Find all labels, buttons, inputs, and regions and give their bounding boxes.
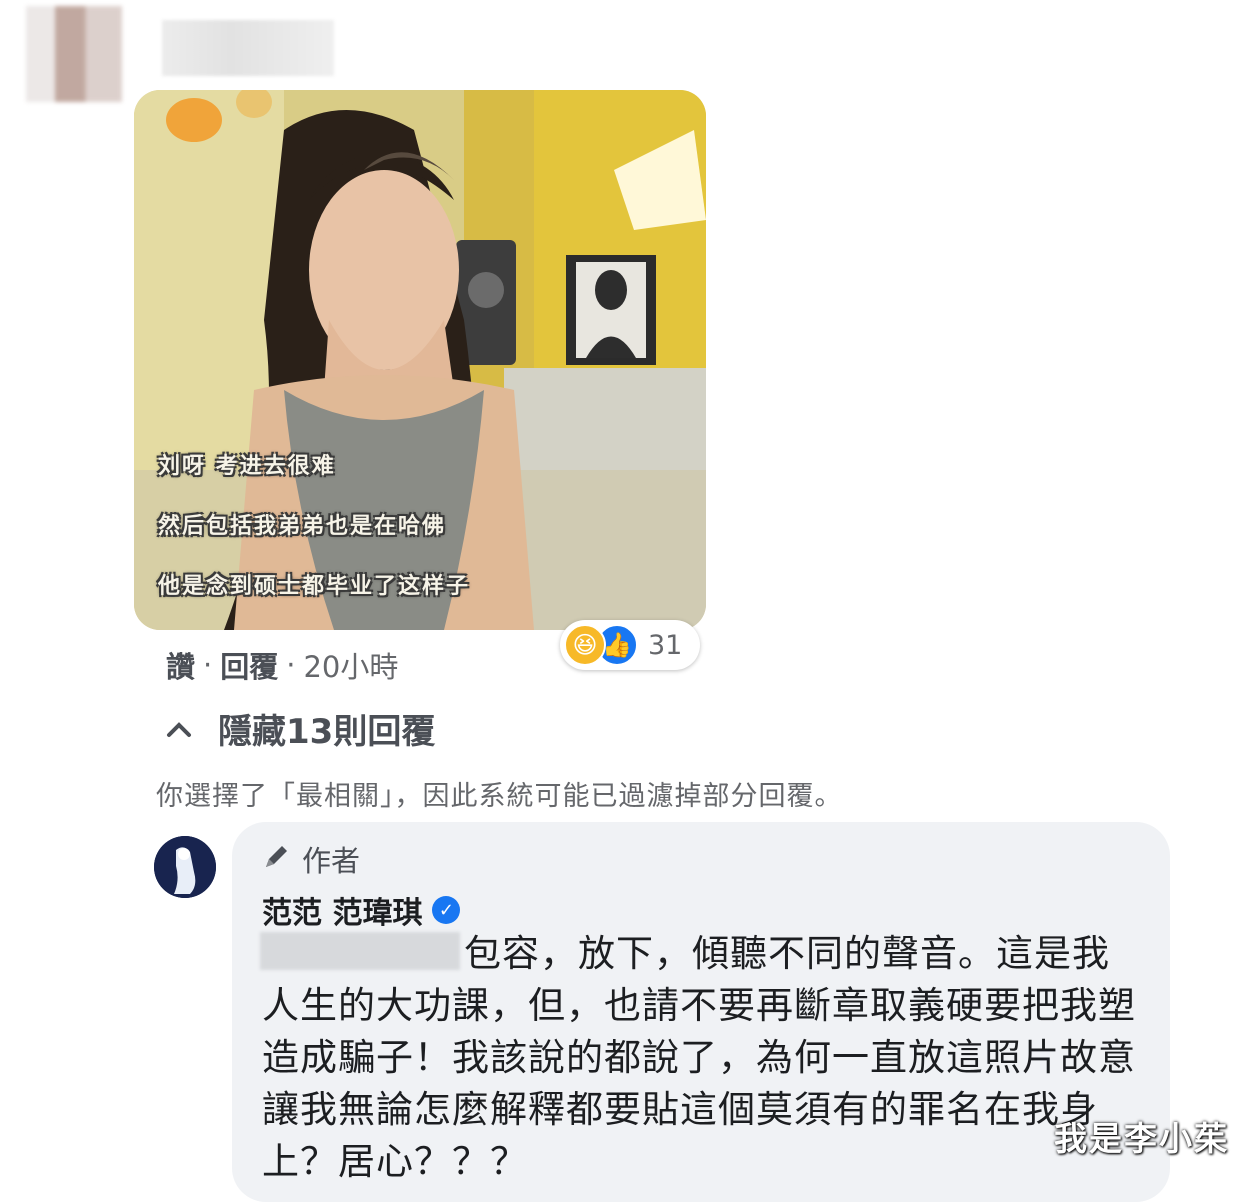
comment-photo[interactable]: 刘呀 考进去很难 然后包括我弟弟也是在哈佛 他是念到硕士都毕业了这样子 (134, 90, 706, 630)
author-name-text: 范范 范瑋琪 (262, 896, 423, 931)
reaction-count: 31 (648, 629, 683, 661)
author-name[interactable]: 范范 范瑋琪 ✓ (262, 888, 461, 932)
verified-badge-icon: ✓ (432, 896, 461, 924)
chevron-up-icon (166, 711, 192, 746)
like-link[interactable]: 讚 (166, 644, 195, 686)
separator: · (286, 648, 296, 682)
reactions-summary[interactable]: 😆 👍 31 (560, 620, 700, 670)
author-badge-label: 作者 (302, 844, 361, 878)
filter-notice: 你選擇了「最相關」，因此系統可能已過濾掉部分回覆。 (156, 781, 843, 812)
author-badge: 作者 (262, 838, 360, 880)
subtitle-line-3: 他是念到硕士都毕业了这样子 (158, 573, 471, 599)
pen-icon (262, 841, 292, 878)
commenter-name-blurred[interactable] (162, 20, 334, 76)
author-avatar[interactable] (154, 836, 216, 898)
author-reply-text: 包容，放下，傾聽不同的聲音。這是我人生的大功課，但，也請不要再斷章取義硬要把我塑… (262, 932, 1136, 1183)
subtitle-line-1: 刘呀 考进去很难 (158, 453, 336, 479)
photo-scene (134, 90, 706, 630)
comment-actions: 讚 · 回覆 · 20小時 (166, 644, 398, 686)
commenter-avatar-blurred[interactable] (26, 6, 122, 102)
reply-link[interactable]: 回覆 (220, 644, 278, 686)
comment-timestamp[interactable]: 20小時 (303, 644, 398, 686)
watermark: 我是李小茱 (1054, 1119, 1229, 1158)
haha-icon: 😆 (564, 624, 606, 666)
subtitle-line-2: 然后包括我弟弟也是在哈佛 (158, 513, 447, 539)
separator: · (203, 648, 213, 682)
hide-replies-button[interactable]: 隱藏13則回覆 (166, 704, 435, 753)
hide-replies-label: 隱藏13則回覆 (218, 712, 436, 752)
